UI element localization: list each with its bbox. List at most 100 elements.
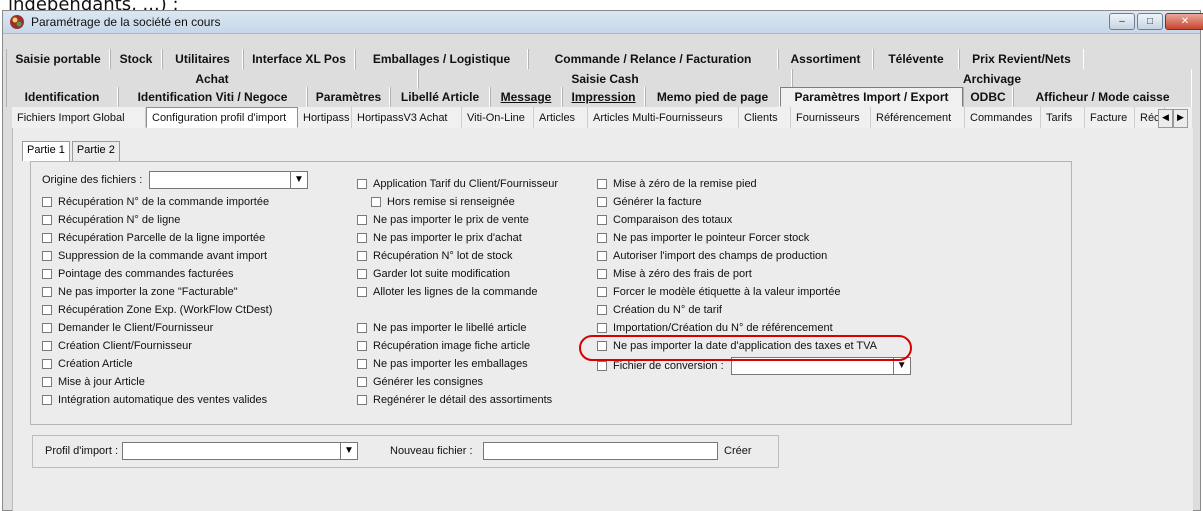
checkbox[interactable] (42, 359, 52, 369)
profil-import-select[interactable]: ▼ (122, 442, 358, 460)
checkbox[interactable] (42, 395, 52, 405)
checkbox-row[interactable]: Alloter les lignes de la commande (357, 283, 558, 301)
checkbox[interactable] (597, 251, 607, 261)
checkbox[interactable] (357, 179, 367, 189)
checkbox-row[interactable]: Ne pas importer le prix de vente (357, 211, 558, 229)
tab-prix-revient-nets[interactable]: Prix Revient/Nets (959, 49, 1084, 69)
tab-stock[interactable]: Stock (110, 49, 162, 69)
checkbox[interactable] (357, 287, 367, 297)
checkbox[interactable] (597, 233, 607, 243)
subtab-clients[interactable]: Clients (739, 107, 791, 128)
subtab-referencement[interactable]: Référencement (871, 107, 965, 128)
checkbox-row[interactable]: Générer la facture (597, 193, 911, 211)
minimize-button[interactable]: – (1109, 13, 1135, 30)
subtab-fichiers-import-global[interactable]: Fichiers Import Global (12, 107, 146, 128)
checkbox[interactable] (357, 341, 367, 351)
checkbox-row[interactable]: Comparaison des totaux (597, 211, 911, 229)
maximize-button[interactable]: □ (1137, 13, 1163, 30)
checkbox[interactable] (357, 251, 367, 261)
checkbox-row[interactable]: Autoriser l'import des champs de product… (597, 247, 911, 265)
checkbox[interactable] (597, 215, 607, 225)
tab-commande-relance-facturation[interactable]: Commande / Relance / Facturation (528, 49, 778, 69)
checkbox[interactable] (42, 215, 52, 225)
tab-impression[interactable]: Impression (562, 87, 645, 107)
checkbox[interactable] (42, 287, 52, 297)
checkbox-row[interactable]: Regénérer le détail des assortiments (357, 391, 558, 409)
subtab-articles-multi-fournisseurs[interactable]: Articles Multi-Fournisseurs (588, 107, 739, 128)
checkbox-row[interactable]: Ne pas importer le prix d'achat (357, 229, 558, 247)
checkbox[interactable] (42, 323, 52, 333)
tab-partie-1[interactable]: Partie 1 (22, 141, 70, 161)
checkbox-row[interactable]: Mise à zéro des frais de port (597, 265, 911, 283)
tab-saisie-cash[interactable]: Saisie Cash (418, 69, 792, 89)
checkbox-row[interactable]: Ne pas importer la zone "Facturable" (42, 283, 272, 301)
subtab-articles[interactable]: Articles (534, 107, 588, 128)
checkbox[interactable] (597, 361, 607, 371)
close-button[interactable]: ✕ (1165, 13, 1203, 30)
subtab-configuration-profil-import[interactable]: Configuration profil d'import (146, 107, 298, 128)
checkbox[interactable] (42, 305, 52, 315)
checkbox-row[interactable]: Suppression de la commande avant import (42, 247, 272, 265)
checkbox[interactable] (357, 377, 367, 387)
checkbox[interactable] (357, 323, 367, 333)
checkbox-row[interactable]: Application Tarif du Client/Fournisseur (357, 175, 558, 193)
checkbox-row[interactable]: Mise à jour Article (42, 373, 272, 391)
tab-message[interactable]: Message (490, 87, 562, 107)
tab-achat[interactable]: Achat (6, 69, 418, 89)
checkbox-row[interactable]: Forcer le modèle étiquette à la valeur i… (597, 283, 911, 301)
checkbox-row[interactable]: Ne pas importer le libellé article (357, 319, 558, 337)
checkbox[interactable] (597, 179, 607, 189)
checkbox[interactable] (42, 233, 52, 243)
chevron-down-icon[interactable]: ▼ (290, 172, 307, 188)
checkbox[interactable] (357, 359, 367, 369)
tab-parametres-import-export[interactable]: Paramètres Import / Export (780, 87, 963, 107)
checkbox-row[interactable]: Récupération N° de ligne (42, 211, 272, 229)
checkbox[interactable] (597, 269, 607, 279)
checkbox-row[interactable]: Pointage des commandes facturées (42, 265, 272, 283)
tab-televente[interactable]: Télévente (873, 49, 959, 69)
checkbox-row[interactable]: Hors remise si renseignée (357, 193, 558, 211)
tab-assortiment[interactable]: Assortiment (778, 49, 873, 69)
subtab-hortipass[interactable]: Hortipass (298, 107, 352, 128)
checkbox[interactable] (597, 323, 607, 333)
checkbox-row[interactable]: Garder lot suite modification (357, 265, 558, 283)
checkbox-row[interactable]: Création Article (42, 355, 272, 373)
checkbox[interactable] (357, 395, 367, 405)
checkbox[interactable] (597, 197, 607, 207)
tab-identification-viti-negoce[interactable]: Identification Viti / Negoce (118, 87, 307, 107)
checkbox[interactable] (371, 197, 381, 207)
tab-archivage[interactable]: Archivage (792, 69, 1192, 89)
checkbox-row[interactable]: Ne pas importer les emballages (357, 355, 558, 373)
tab-parametres[interactable]: Paramètres (307, 87, 390, 107)
checkbox-row[interactable]: Mise à zéro de la remise pied (597, 175, 911, 193)
chevron-down-icon[interactable]: ▼ (340, 443, 357, 459)
checkbox-row[interactable]: Création Client/Fournisseur (42, 337, 272, 355)
checkbox[interactable] (357, 233, 367, 243)
checkbox-row[interactable]: Intégration automatique des ventes valid… (42, 391, 272, 409)
checkbox-row[interactable]: Récupération Zone Exp. (WorkFlow CtDest) (42, 301, 272, 319)
scroll-left-icon[interactable]: ◀ (1158, 109, 1173, 128)
create-button[interactable]: Créer (724, 445, 752, 457)
checkbox-row[interactable]: Récupération N° lot de stock (357, 247, 558, 265)
checkbox[interactable] (42, 197, 52, 207)
tab-saisie-portable[interactable]: Saisie portable (6, 49, 110, 69)
tab-emballages-logistique[interactable]: Emballages / Logistique (355, 49, 528, 69)
nouveau-fichier-input[interactable] (483, 442, 718, 460)
checkbox-row[interactable]: Récupération N° de la commande importée (42, 193, 272, 211)
checkbox-row[interactable]: Récupération image fiche article (357, 337, 558, 355)
tab-identification[interactable]: Identification (6, 87, 118, 107)
checkbox-row[interactable]: Ne pas importer le pointeur Forcer stock (597, 229, 911, 247)
tab-interface-xl-pos[interactable]: Interface XL Pos (243, 49, 355, 69)
checkbox[interactable] (357, 269, 367, 279)
checkbox[interactable] (42, 269, 52, 279)
checkbox[interactable] (42, 341, 52, 351)
tab-odbc[interactable]: ODBC (963, 87, 1013, 107)
subtab-hortipassv3-achat[interactable]: HortipassV3 Achat (352, 107, 462, 128)
tab-afficheur-mode-caisse[interactable]: Afficheur / Mode caisse (1013, 87, 1192, 107)
checkbox-row[interactable]: Générer les consignes (357, 373, 558, 391)
tab-memo-pied-de-page[interactable]: Memo pied de page (645, 87, 780, 107)
checkbox[interactable] (42, 377, 52, 387)
checkbox[interactable] (597, 287, 607, 297)
checkbox-row[interactable]: Demander le Client/Fournisseur (42, 319, 272, 337)
subtab-facture[interactable]: Facture (1085, 107, 1135, 128)
